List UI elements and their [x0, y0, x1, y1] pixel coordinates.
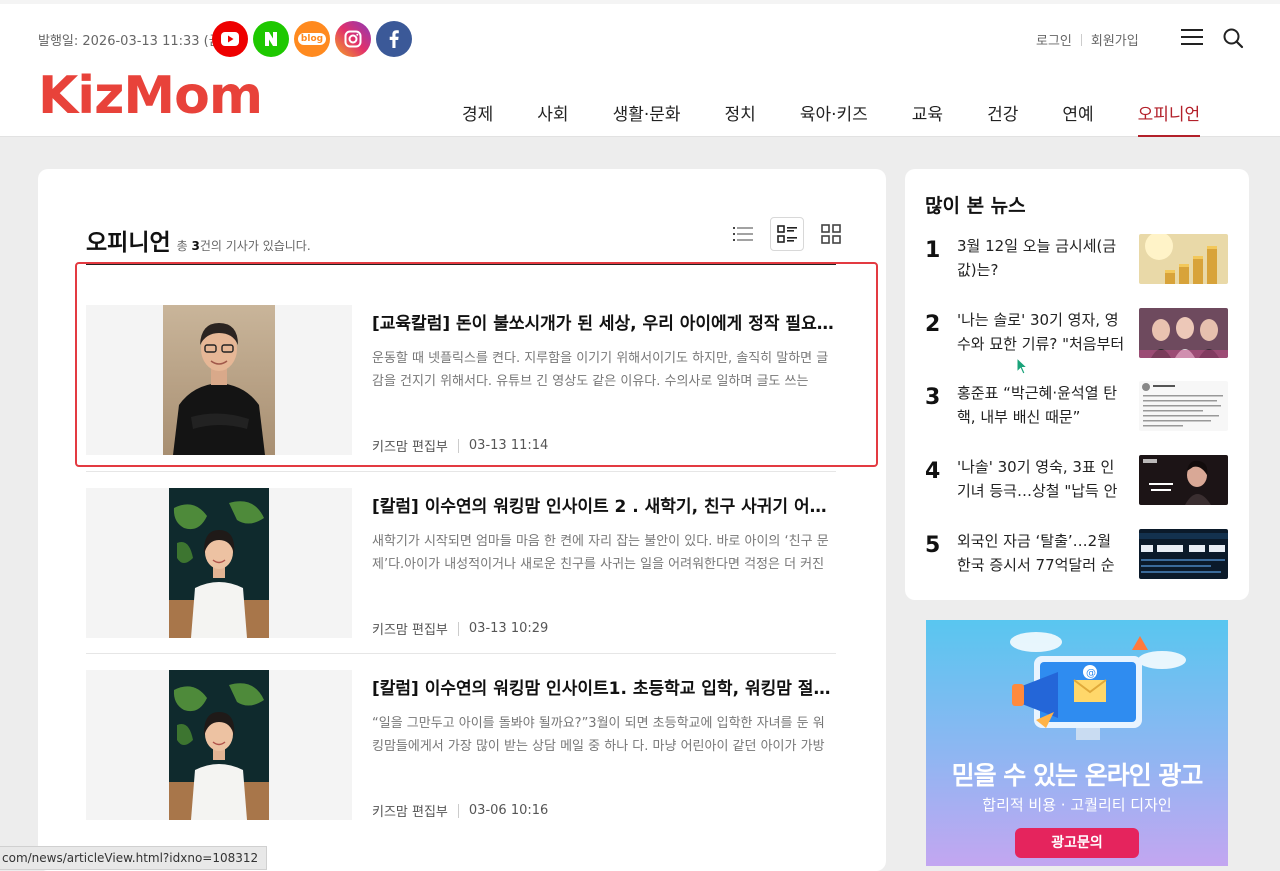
sns-links: blog: [212, 21, 412, 57]
article-summary: 새학기가 시작되면 엄마들 마음 한 켠에 자리 잡는 불안이 있다. 바로 아…: [372, 534, 829, 572]
article-meta: 키즈맘 편집부 03-13 10:29: [372, 619, 548, 638]
rank-number: 3: [925, 385, 941, 410]
section-title: 오피니언: [86, 230, 171, 256]
section-divider: [86, 263, 836, 265]
popular-news-item[interactable]: 3 홍준표 “박근혜·윤석열 탄핵, 내부 배신 때문”: [925, 381, 1229, 435]
popular-news-headline[interactable]: '나는 솔로' 30기 영자, 영수와 묘한 기류? "처음부터 호감": [957, 308, 1127, 358]
popular-news-headline[interactable]: 홍준표 “박근혜·윤석열 탄핵, 내부 배신 때문”: [957, 381, 1127, 431]
naver-icon[interactable]: [253, 21, 289, 57]
nav-item-opinion[interactable]: 오피니언: [1116, 100, 1223, 137]
list-view-icon[interactable]: [726, 217, 760, 251]
rank-number: 4: [925, 459, 941, 484]
article-item[interactable]: [교육칼럼] 돈이 불쏘시개가 된 세상, 우리 아이에게 정작 필요한 것 운…: [86, 305, 836, 455]
divider: [457, 438, 459, 453]
article-list-panel: 오피니언 총 3건의 기사가 있습니다. [교육칼럼] 돈이 불쏘시개가 된 세…: [38, 169, 886, 871]
browser-status-bar: com/news/articleView.html?idxno=108312: [0, 846, 268, 870]
article-date: 03-13 10:29: [468, 621, 549, 636]
nav-item-parenting[interactable]: 육아·키즈: [778, 100, 890, 137]
popular-news-title: 많이 본 뉴스: [925, 195, 1026, 217]
popular-news-thumbnail[interactable]: [1139, 381, 1228, 431]
article-count: 총 3건의 기사가 있습니다.: [176, 239, 311, 253]
popular-news-headline[interactable]: 외국인 자금 ‘탈출’…2월 한국 증시서 77억달러 순매도: [957, 529, 1127, 579]
site-logo[interactable]: KizMom: [38, 66, 263, 126]
article-divider: [86, 471, 836, 472]
member-links: 로그인 회원가입: [1036, 30, 1139, 49]
grid-view-icon[interactable]: [814, 217, 848, 251]
popular-news-thumbnail[interactable]: [1139, 529, 1228, 579]
instagram-icon[interactable]: [335, 21, 371, 57]
article-meta: 키즈맘 편집부 03-13 11:14: [372, 436, 548, 455]
article-summary: “일을 그만두고 아이를 돌봐야 될까요?”3월이 되면 초등학교에 입학한 자…: [372, 716, 825, 754]
article-item[interactable]: [칼럼] 이수연의 워킹맘 인사이트 2 . 새학기, 친구 사귀기 어려워하는…: [86, 488, 836, 638]
divider: [1080, 33, 1082, 46]
section-heading: 오피니언 총 3건의 기사가 있습니다.: [86, 223, 311, 257]
popular-news-headline[interactable]: '나솔' 30기 영숙, 3표 인기녀 등극…상철 "납득 안 돼": [957, 455, 1127, 505]
nav-item-health[interactable]: 건강: [965, 100, 1040, 137]
divider: [457, 803, 459, 818]
youtube-icon[interactable]: [212, 21, 248, 57]
article-author: 키즈맘 편집부: [372, 440, 448, 455]
nav-item-education[interactable]: 교육: [890, 100, 965, 137]
article-title[interactable]: [교육칼럼] 돈이 불쏘시개가 된 세상, 우리 아이에게 정작 필요한 것: [372, 309, 836, 334]
article-item[interactable]: [칼럼] 이수연의 워킹맘 인사이트1. 초등학교 입학, 워킹맘 절벽 앞에서…: [86, 670, 836, 820]
article-thumbnail-image: [163, 305, 275, 455]
publish-date: 발행일: 2026-03-13 11:33 (금): [38, 34, 226, 49]
article-thumbnail-image: [169, 488, 269, 638]
main-nav: 경제 사회 생활·문화 정치 육아·키즈 교육 건강 연예 오피니언: [440, 100, 1222, 137]
nav-item-life-culture[interactable]: 생활·문화: [591, 100, 703, 137]
megaphone-icon: @: [1010, 632, 1186, 740]
article-title[interactable]: [칼럼] 이수연의 워킹맘 인사이트1. 초등학교 입학, 워킹맘 절벽 앞에서: [372, 674, 836, 699]
rank-number: 2: [925, 312, 941, 337]
popular-news-item[interactable]: 5 외국인 자금 ‘탈출’…2월 한국 증시서 77억달러 순매도: [925, 529, 1229, 583]
article-divider: [86, 653, 836, 654]
article-thumbnail[interactable]: [86, 488, 352, 638]
signup-link[interactable]: 회원가입: [1091, 30, 1139, 49]
rank-number: 1: [925, 238, 941, 263]
popular-news-thumbnail[interactable]: [1139, 234, 1228, 284]
nav-item-economy[interactable]: 경제: [440, 100, 515, 137]
blog-label: blog: [297, 33, 327, 45]
article-thumbnail[interactable]: [86, 670, 352, 820]
login-link[interactable]: 로그인: [1036, 30, 1072, 49]
article-thumbnail[interactable]: [86, 305, 352, 455]
nav-item-entertainment[interactable]: 연예: [1040, 100, 1115, 137]
site-header: 발행일: 2026-03-13 11:33 (금) blog 로그인 회원가입 …: [0, 0, 1280, 137]
article-thumbnail-image: [169, 670, 269, 820]
facebook-icon[interactable]: [376, 21, 412, 57]
menu-icon[interactable]: [1181, 29, 1203, 47]
article-meta: 키즈맘 편집부 03-06 10:16: [372, 801, 548, 820]
article-date: 03-13 11:14: [468, 438, 549, 453]
popular-news-thumbnail[interactable]: [1139, 455, 1228, 505]
ad-subtext: 합리적 비용 · 고퀄리티 디자인: [982, 796, 1172, 814]
popular-news-item[interactable]: 2 '나는 솔로' 30기 영자, 영수와 묘한 기류? "처음부터 호감": [925, 308, 1229, 362]
article-summary: 운동할 때 넷플릭스를 켠다. 지루함을 이기기 위해서이기도 하지만, 솔직히…: [372, 351, 829, 389]
popular-news-item[interactable]: 4 '나솔' 30기 영숙, 3표 인기녀 등극…상철 "납득 안 돼": [925, 455, 1229, 509]
article-author: 키즈맘 편집부: [372, 623, 448, 638]
top-line: [0, 0, 1280, 4]
divider: [457, 621, 459, 636]
nav-item-society[interactable]: 사회: [515, 100, 590, 137]
article-date: 03-06 10:16: [468, 803, 549, 818]
popular-news-panel: 많이 본 뉴스 1 3월 12일 오늘 금시세(금값)는? 2 '나는 솔로' …: [905, 169, 1249, 600]
popular-news-headline[interactable]: 3월 12일 오늘 금시세(금값)는?: [957, 234, 1127, 284]
ad-headline: 믿을 수 있는 온라인 광고: [951, 761, 1204, 790]
article-author: 키즈맘 편집부: [372, 805, 448, 820]
blog-icon[interactable]: blog: [294, 21, 330, 57]
ad-banner[interactable]: @ 믿을 수 있는 온라인 광고 합리적 비용 · 고퀄리티 디자인 광고문의: [926, 620, 1228, 866]
rank-number: 5: [925, 533, 941, 558]
popular-news-item[interactable]: 1 3월 12일 오늘 금시세(금값)는?: [925, 234, 1229, 288]
ad-inquiry-button[interactable]: 광고문의: [1015, 828, 1139, 858]
article-title[interactable]: [칼럼] 이수연의 워킹맘 인사이트 2 . 새학기, 친구 사귀기 어려워하는…: [372, 492, 836, 517]
svg-text:@: @: [1086, 668, 1096, 679]
popular-news-thumbnail[interactable]: [1139, 308, 1228, 358]
view-toggle: [726, 217, 848, 251]
mouse-cursor-icon: [1016, 357, 1029, 375]
search-icon[interactable]: [1222, 27, 1244, 49]
thumbnail-list-view-icon[interactable]: [770, 217, 804, 251]
nav-item-politics[interactable]: 정치: [703, 100, 778, 137]
